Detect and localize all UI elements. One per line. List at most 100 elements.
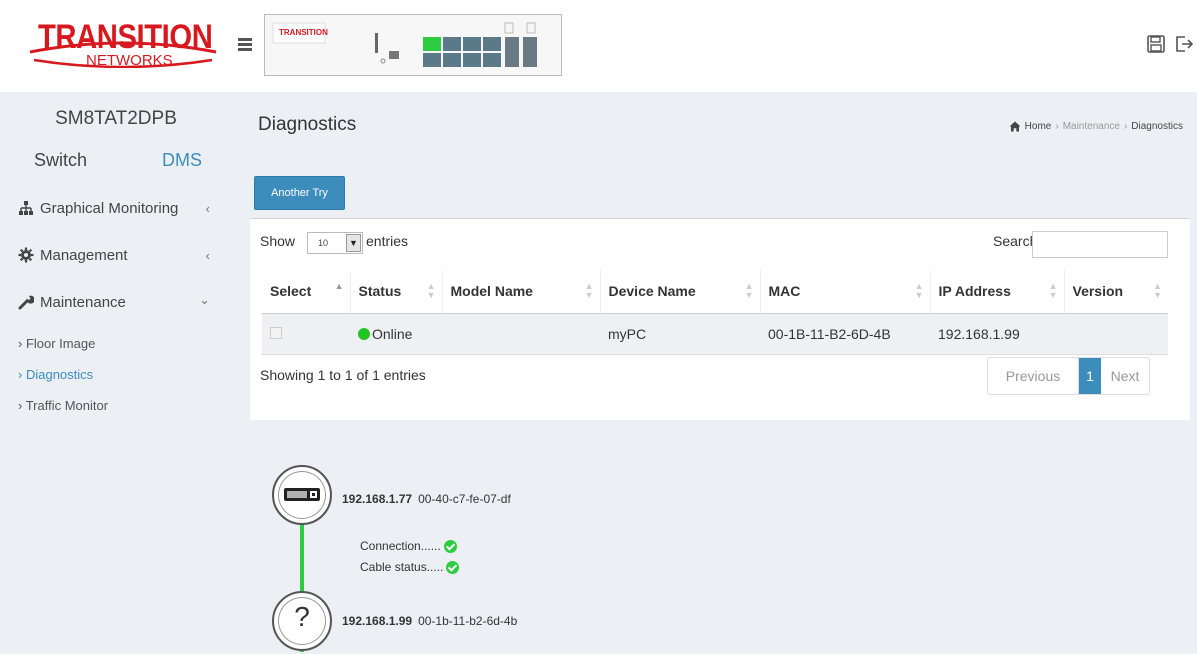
- sort-icon: ▲ ▼: [584, 281, 594, 300]
- page-title: Diagnostics: [258, 114, 357, 135]
- top-navbar: TRANSITION: [232, 0, 1197, 92]
- mode-dms-link[interactable]: DMS: [162, 150, 202, 171]
- previous-page-button[interactable]: Previous: [988, 358, 1079, 394]
- sidebar-item-label: Management: [40, 246, 128, 264]
- switch-ip: 192.168.1.77: [342, 492, 413, 506]
- menu-toggle-icon[interactable]: [238, 38, 252, 52]
- cell-mac: 00-1B-11-B2-6D-4B: [760, 313, 930, 355]
- breadcrumb-home[interactable]: Home: [1025, 121, 1052, 132]
- home-icon: [1009, 121, 1021, 132]
- sidebar-subitem-label: Diagnostics: [25, 367, 94, 382]
- sidebar-item-label: Graphical Monitoring: [40, 199, 179, 217]
- column-header-label: Version: [1072, 283, 1124, 300]
- logo[interactable]: TRANSITION NETWORKS.: [0, 0, 232, 92]
- sort-icon: ▲ ▼: [426, 281, 436, 300]
- switch-front-panel-icon: TRANSITION: [272, 22, 537, 67]
- cell-ip-address: 192.168.1.99: [930, 313, 1064, 355]
- svg-text:TRANSITION: TRANSITION: [279, 28, 328, 37]
- wrench-icon: [18, 295, 34, 310]
- cell-select[interactable]: [262, 313, 350, 355]
- show-label: Show: [260, 233, 296, 249]
- sort-icon: ▲ ▼: [1048, 281, 1058, 300]
- sidebar-item-graphical-monitoring[interactable]: Graphical Monitoring ‹: [18, 196, 218, 220]
- column-header-device-name[interactable]: Device Name ▲ ▼: [599, 270, 760, 314]
- column-header-label: Model Name: [450, 283, 533, 300]
- question-mark-icon: ?: [294, 601, 310, 632]
- device-mac: 00-1b-11-b2-6d-4b: [418, 614, 518, 628]
- column-header-mac[interactable]: MAC ▲ ▼: [759, 270, 930, 314]
- connection-status: Connection......: [360, 539, 457, 553]
- breadcrumb-maintenance[interactable]: Maintenance: [1063, 121, 1120, 132]
- devices-table: Select ▲ Status ▲ ▼ Model Name ▲ ▼ Device Nam…: [262, 270, 1168, 355]
- row-checkbox[interactable]: [270, 326, 282, 339]
- entries-length-select[interactable]: 10 ▼: [307, 232, 363, 254]
- switch-panel-image[interactable]: TRANSITION: [264, 14, 562, 76]
- breadcrumb-separator: ›: [1123, 121, 1128, 132]
- sidebar: TRANSITION NETWORKS. SM8TAT2DPB Switch D…: [0, 0, 232, 654]
- breadcrumb-separator: ›: [1055, 121, 1059, 132]
- column-header-label: Device Name: [608, 283, 696, 300]
- chevron-down-icon: ▼: [346, 234, 361, 252]
- switch-address: 192.168.1.77 00-40-c7-fe-07-df: [342, 490, 511, 508]
- table-info: Showing 1 to 1 of 1 entries: [260, 367, 426, 383]
- search-input[interactable]: [1032, 231, 1168, 258]
- next-page-button[interactable]: Next: [1101, 358, 1149, 394]
- column-header-model-name[interactable]: Model Name ▲ ▼: [441, 270, 600, 314]
- column-header-ip-address[interactable]: IP Address ▲ ▼: [929, 270, 1064, 314]
- device-model: SM8TAT2DPB: [55, 108, 177, 129]
- cell-device-name: myPC: [600, 313, 760, 355]
- column-header-select[interactable]: Select ▲: [262, 270, 350, 314]
- main-content: Diagnostics Home › Maintenance › Diagnos…: [232, 92, 1197, 654]
- sort-asc-icon: ▲: [334, 281, 344, 291]
- sidebar-subitem-label: Traffic Monitor: [25, 398, 109, 413]
- online-status-icon: [358, 327, 370, 340]
- save-icon[interactable]: [1146, 34, 1166, 54]
- check-circle-icon: [446, 560, 460, 574]
- connection-diagram: 192.168.1.77 00-40-c7-fe-07-df Connection…: [250, 422, 1190, 654]
- sort-icon: ▲ ▼: [1153, 281, 1162, 300]
- breadcrumb-current: Diagnostics: [1131, 121, 1183, 132]
- cable-status-label: Cable status.....: [360, 560, 444, 574]
- chevron-left-icon: ‹: [205, 247, 210, 263]
- column-header-label: Status: [358, 283, 402, 300]
- pagination: Previous 1 Next: [987, 357, 1150, 395]
- logout-icon[interactable]: [1174, 34, 1194, 54]
- breadcrumb: Home › Maintenance › Diagnostics: [1009, 121, 1183, 132]
- sidebar-subitem-label: Floor Image: [25, 336, 96, 351]
- connection-label: Connection......: [360, 539, 441, 553]
- sidebar-subitem-diagnostics[interactable]: › Diagnostics: [18, 367, 93, 382]
- sidebar-subitem-traffic-monitor[interactable]: › Traffic Monitor: [18, 398, 108, 413]
- column-header-version[interactable]: Version ▲ ▼: [1063, 270, 1168, 314]
- sitemap-icon: [19, 201, 33, 215]
- sidebar-subitem-floor-image[interactable]: › Floor Image: [18, 336, 95, 351]
- entries-label: entries: [366, 233, 409, 249]
- device-address: 192.168.1.99 00-1b-11-b2-6d-4b: [342, 612, 517, 630]
- check-circle-icon: [443, 539, 457, 553]
- sidebar-item-maintenance[interactable]: Maintenance ⌄: [18, 290, 218, 314]
- switch-icon: [284, 488, 320, 501]
- devices-table-box: Show 10 ▼ entries Search: Select ▲ Status…: [250, 218, 1190, 420]
- column-header-status[interactable]: Status ▲ ▼: [349, 270, 442, 314]
- table-header-row: Select ▲ Status ▲ ▼ Model Name ▲ ▼ Device Nam…: [262, 270, 1168, 314]
- entries-length-value: 10: [318, 238, 329, 248]
- device-ip: 192.168.1.99: [342, 614, 413, 628]
- sort-icon: ▲ ▼: [914, 281, 924, 300]
- column-header-label: Select: [270, 283, 312, 300]
- sidebar-item-label: Maintenance: [40, 293, 126, 311]
- sidebar-item-management[interactable]: Management ‹: [18, 243, 218, 267]
- another-try-button[interactable]: Another Try: [254, 176, 345, 210]
- cell-model-name: [442, 313, 600, 355]
- chevron-left-icon: ‹: [205, 200, 210, 216]
- unknown-device-node[interactable]: ?: [272, 591, 332, 651]
- switch-mac: 00-40-c7-fe-07-df: [418, 492, 511, 506]
- cell-status: Online: [350, 313, 442, 355]
- status-text: Online: [372, 325, 413, 342]
- cable-status: Cable status.....: [360, 560, 460, 574]
- page-1-button[interactable]: 1: [1079, 358, 1101, 394]
- switch-node[interactable]: [272, 465, 332, 525]
- column-header-label: MAC: [768, 283, 801, 300]
- table-row[interactable]: Online myPC 00-1B-11-B2-6D-4B 192.168.1.…: [262, 313, 1168, 355]
- logo-subtitle: NETWORKS.: [86, 52, 177, 69]
- cell-version: [1064, 313, 1168, 355]
- mode-switch-link[interactable]: Switch: [34, 150, 87, 171]
